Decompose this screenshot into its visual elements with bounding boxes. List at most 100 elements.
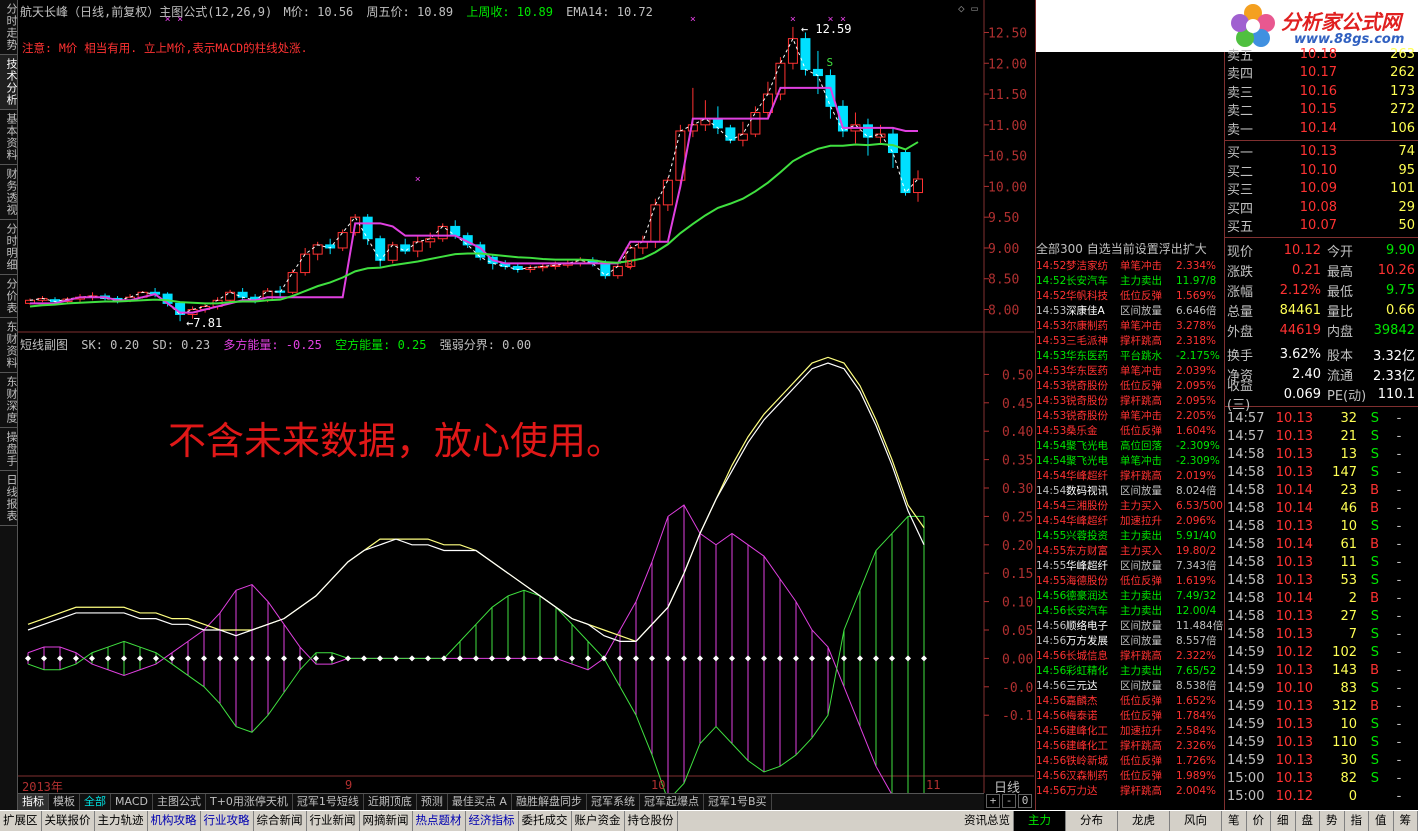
zoom-in-button[interactable]: + <box>986 794 1000 808</box>
alert-row[interactable]: 14:56 三元达 区间放量 8.538倍 <box>1036 678 1223 693</box>
indicator-tab-12[interactable]: 冠军起爆点 <box>640 794 704 810</box>
alert-row[interactable]: 14:56 汉森制药 低位反弹 1.989% <box>1036 768 1223 783</box>
alert-row[interactable]: 14:54 华峰超纤 加速拉升 2.096% <box>1036 513 1223 528</box>
indicator-tab-8[interactable]: 预测 <box>417 794 448 810</box>
left-tab-8[interactable]: 操盘手 <box>0 428 18 471</box>
indicator-tab-1[interactable]: 模板 <box>49 794 80 810</box>
chart-corner-icons[interactable]: ◇ ▭ <box>958 2 978 15</box>
bid-row[interactable]: 买五 10.07 50 <box>1227 217 1418 235</box>
alert-row[interactable]: 14:53 华东医药 平台跳水 -2.175% <box>1036 348 1223 363</box>
ask-row[interactable]: 卖一 10.14 106 <box>1227 119 1418 138</box>
left-tab-4[interactable]: 分时明细 <box>0 220 18 275</box>
alert-row[interactable]: 14:54 三湘股份 主力买入 6.53/500 <box>1036 498 1223 513</box>
bottom-button-0[interactable]: 扩展区 <box>0 811 42 831</box>
alert-row[interactable]: 14:56 顺络电子 区间放量 11.484倍 <box>1036 618 1223 633</box>
left-tab-1[interactable]: 技术分析 <box>0 55 18 110</box>
alert-row[interactable]: 14:55 海德股份 低位反弹 1.619% <box>1036 573 1223 588</box>
bottom-button-5[interactable]: 综合新闻 <box>254 811 307 831</box>
bottom-button-7[interactable]: 网摘新闻 <box>360 811 413 831</box>
indicator-tab-11[interactable]: 冠军系统 <box>587 794 640 810</box>
bottom-button-15[interactable]: 分布 <box>1066 811 1118 831</box>
alert-row[interactable]: 14:54 华峰超纤 撑杆跳高 2.019% <box>1036 468 1223 483</box>
bottom-button-3[interactable]: 机构攻略 <box>148 811 201 831</box>
bottom-button-24[interactable]: 值 <box>1369 811 1394 831</box>
bid-row[interactable]: 买三 10.09 101 <box>1227 180 1418 198</box>
alert-row[interactable]: 14:56 建峰化工 加速拉升 2.584% <box>1036 723 1223 738</box>
indicator-tab-0[interactable]: 指标 <box>18 794 49 810</box>
alert-row[interactable]: 14:53 尔康制药 单笔冲击 3.278% <box>1036 318 1223 333</box>
bottom-button-13[interactable]: 资讯总览 <box>961 811 1014 831</box>
alert-row[interactable]: 14:55 华峰超纤 区间放量 7.343倍 <box>1036 558 1223 573</box>
indicator-tab-13[interactable]: 冠军1号B买 <box>704 794 772 810</box>
ask-row[interactable]: 卖四 10.17 262 <box>1227 64 1418 82</box>
alert-row[interactable]: 14:53 锐奇股份 单笔冲击 2.205% <box>1036 408 1223 423</box>
alert-row[interactable]: 14:53 深康佳A 区间放量 6.646倍 <box>1036 303 1223 318</box>
ask-row[interactable]: 卖五 10.18 263 <box>1227 45 1418 64</box>
bottom-button-2[interactable]: 主力轨迹 <box>95 811 148 831</box>
bottom-button-12[interactable]: 持仓股份 <box>625 811 678 831</box>
alert-row[interactable]: 14:56 万方发展 区间放量 8.557倍 <box>1036 633 1223 648</box>
alert-row[interactable]: 14:56 铁岭新城 低位反弹 1.726% <box>1036 753 1223 768</box>
ask-row[interactable]: 卖三 10.16 173 <box>1227 82 1418 101</box>
bid-row[interactable]: 买一 10.13 74 <box>1227 143 1418 161</box>
indicator-tab-6[interactable]: 冠军1号短线 <box>293 794 364 810</box>
bottom-button-14[interactable]: 主力 <box>1014 811 1066 831</box>
bottom-button-18[interactable]: 笔 <box>1222 811 1247 831</box>
alert-row[interactable]: 14:52 华帆科技 低位反弹 1.569% <box>1036 288 1223 303</box>
bottom-button-10[interactable]: 委托成交 <box>519 811 572 831</box>
reset-button[interactable]: 0 <box>1018 794 1032 808</box>
indicator-tab-3[interactable]: MACD <box>111 794 153 810</box>
indicator-tab-9[interactable]: 最佳买点 A <box>448 794 512 810</box>
alert-row[interactable]: 14:56 彩虹精化 主力卖出 7.65/52 <box>1036 663 1223 678</box>
indicator-tab-10[interactable]: 融胜解盘同步 <box>512 794 587 810</box>
bottom-button-23[interactable]: 指 <box>1345 811 1369 831</box>
left-tab-7[interactable]: 东财深度 <box>0 373 18 428</box>
bottom-button-6[interactable]: 行业新闻 <box>307 811 360 831</box>
bottom-button-22[interactable]: 势 <box>1320 811 1345 831</box>
alert-row[interactable]: 14:55 东方财富 主力买入 19.80/2 <box>1036 543 1223 558</box>
bottom-button-17[interactable]: 风向 <box>1170 811 1222 831</box>
alert-row[interactable]: 14:54 聚飞光电 单笔冲击 -2.309% <box>1036 453 1223 468</box>
alert-row[interactable]: 14:53 三毛派神 撑杆跳高 2.318% <box>1036 333 1223 348</box>
alert-row[interactable]: 14:56 梅泰诺 低位反弹 1.784% <box>1036 708 1223 723</box>
chart-svg[interactable]: 8.00 8.50 9.00 9.50 10.00 10.50 11.00 11.50 12.0… <box>18 0 1041 802</box>
bottom-button-16[interactable]: 龙虎 <box>1118 811 1170 831</box>
left-tab-2[interactable]: 基本资料 <box>0 110 18 165</box>
left-tab-0[interactable]: 分时走势 <box>0 0 18 55</box>
alert-row[interactable]: 14:53 华东医药 单笔冲击 2.039% <box>1036 363 1223 378</box>
indicator-tab-2[interactable]: 全部 <box>80 794 111 810</box>
alert-row[interactable]: 14:56 德豪润达 主力卖出 7.49/32 <box>1036 588 1223 603</box>
bid-row[interactable]: 买二 10.10 95 <box>1227 161 1418 180</box>
alert-row[interactable]: 14:52 长安汽车 主力卖出 11.97/8 <box>1036 273 1223 288</box>
alert-row[interactable]: 14:54 数码视讯 区间放量 8.024倍 <box>1036 483 1223 498</box>
bottom-button-19[interactable]: 价 <box>1247 811 1271 831</box>
bottom-button-11[interactable]: 账户资金 <box>572 811 625 831</box>
bottom-button-20[interactable]: 细 <box>1271 811 1296 831</box>
left-tab-3[interactable]: 财务透视 <box>0 165 18 220</box>
bottom-button-8[interactable]: 热点题材 <box>413 811 466 831</box>
alert-row[interactable]: 14:53 锐奇股份 撑杆跳高 2.095% <box>1036 393 1223 408</box>
left-tab-6[interactable]: 东财资料 <box>0 318 18 373</box>
alert-row[interactable]: 14:53 锐奇股份 低位反弹 2.095% <box>1036 378 1223 393</box>
bottom-button-21[interactable]: 盘 <box>1296 811 1320 831</box>
bid-row[interactable]: 买四 10.08 29 <box>1227 198 1418 217</box>
ask-row[interactable]: 卖二 10.15 272 <box>1227 101 1418 119</box>
bottom-button-25[interactable]: 筹 <box>1394 811 1418 831</box>
alert-header[interactable]: 全部300 自选当前设置浮出扩大 <box>1036 240 1223 258</box>
zoom-out-button[interactable]: - <box>1002 794 1016 808</box>
bottom-button-4[interactable]: 行业攻略 <box>201 811 254 831</box>
alert-row[interactable]: 14:56 嘉麟杰 低位反弹 1.652% <box>1036 693 1223 708</box>
indicator-tab-7[interactable]: 近期顶底 <box>364 794 417 810</box>
alert-row[interactable]: 14:53 桑乐金 低位反弹 1.604% <box>1036 423 1223 438</box>
chart-area[interactable]: 8.00 8.50 9.00 9.50 10.00 10.50 11.00 11.50 12.0… <box>18 0 1041 802</box>
alert-row[interactable]: 14:55 兴蓉投资 主力卖出 5.91/40 <box>1036 528 1223 543</box>
alert-row[interactable]: 14:56 长安汽车 主力卖出 12.00/4 <box>1036 603 1223 618</box>
alert-row[interactable]: 14:56 万力达 撑杆跳高 2.004% <box>1036 783 1223 798</box>
alert-row[interactable]: 14:54 聚飞光电 高位回落 -2.309% <box>1036 438 1223 453</box>
bottom-button-9[interactable]: 经济指标 <box>466 811 519 831</box>
bottom-button-1[interactable]: 关联报价 <box>42 811 95 831</box>
indicator-tab-4[interactable]: 主图公式 <box>153 794 206 810</box>
left-tab-9[interactable]: 日线报表 <box>0 471 18 526</box>
alert-row[interactable]: 14:56 长城信息 撑杆跳高 2.322% <box>1036 648 1223 663</box>
alert-row[interactable]: 14:56 建峰化工 撑杆跳高 2.326% <box>1036 738 1223 753</box>
